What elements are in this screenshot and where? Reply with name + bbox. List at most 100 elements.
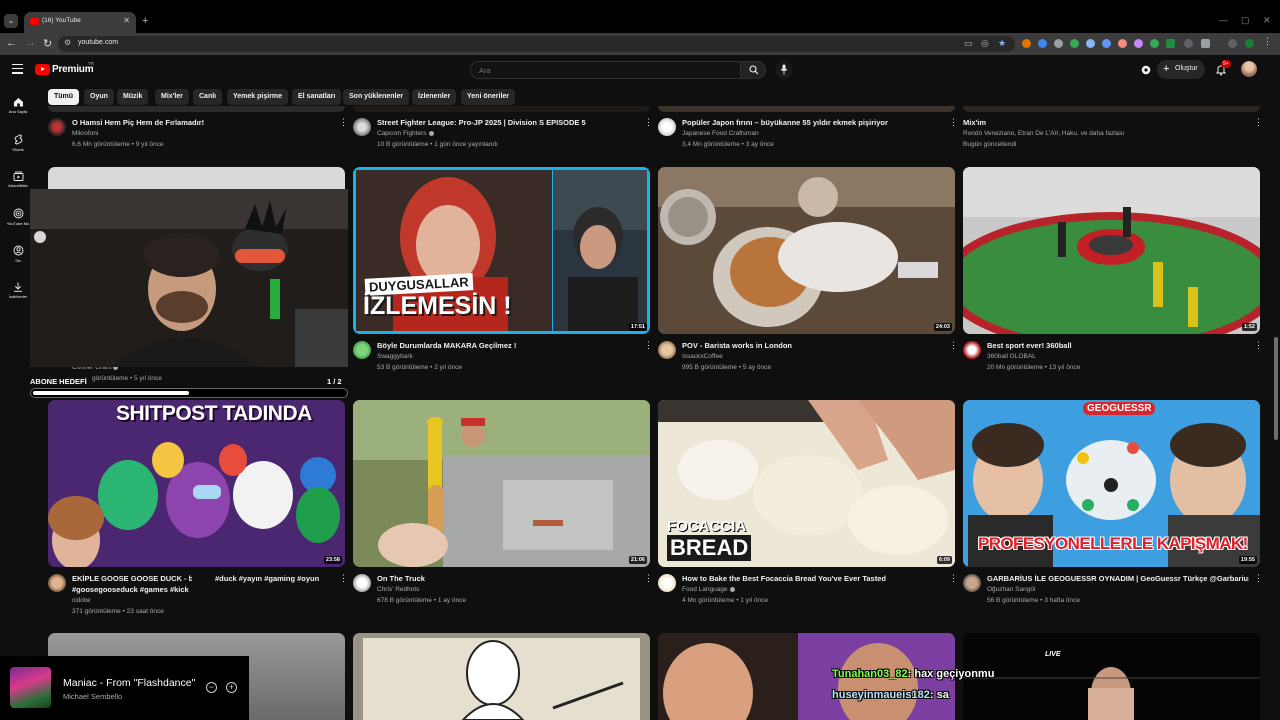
extension-icon[interactable] xyxy=(1022,39,1031,48)
video-title[interactable]: O Hamsi Hem Piç Hem de Fırlamadır! xyxy=(72,118,332,128)
video-title-line2[interactable]: #goosegooseduck #games #kick xyxy=(72,585,332,595)
video-title[interactable]: Mix'im xyxy=(963,118,1243,128)
channel-avatar[interactable] xyxy=(353,341,371,359)
new-tab-icon[interactable]: + xyxy=(142,15,148,27)
extension-icon[interactable] xyxy=(1054,39,1063,48)
tab-close-icon[interactable]: ✕ xyxy=(123,16,130,25)
more-actions-icon[interactable]: ⋮ xyxy=(1254,341,1263,350)
extension-gear-icon[interactable] xyxy=(1140,64,1152,76)
tracking-icon[interactable]: ◎ xyxy=(981,38,989,49)
channel-avatar[interactable] xyxy=(658,341,676,359)
channel-name[interactable]: Oğuzhan Sangöl xyxy=(987,586,1035,593)
channel-avatar[interactable] xyxy=(353,118,371,136)
menu-icon[interactable] xyxy=(12,64,23,77)
channel-name[interactable]: Chris' Redhots xyxy=(377,586,419,593)
channel-avatar[interactable] xyxy=(658,118,676,136)
channel-avatar[interactable] xyxy=(48,118,66,136)
search-box[interactable] xyxy=(470,61,740,79)
back-icon[interactable]: ← xyxy=(6,37,17,49)
video-thumbnail[interactable]: SHITPOST TADINDA 23:58 xyxy=(48,400,345,567)
more-actions-icon[interactable]: ⋮ xyxy=(339,118,348,127)
chip-mixes[interactable]: Mix'ler xyxy=(155,89,189,105)
sidebar-item-shorts[interactable]: Shorts xyxy=(0,126,36,160)
chip-gaming[interactable]: Oyun xyxy=(84,89,114,105)
channel-avatar[interactable] xyxy=(48,574,66,592)
channel-avatar[interactable] xyxy=(963,574,981,592)
youtube-logo-icon[interactable] xyxy=(35,64,50,75)
extension-icon[interactable] xyxy=(1102,39,1111,48)
sidebar-item-home[interactable]: Ana Sayfa xyxy=(0,89,36,123)
channel-name[interactable]: Capcom Fighters xyxy=(377,130,434,137)
reload-icon[interactable]: ↻ xyxy=(43,37,52,50)
address-bar[interactable]: ⚙ youtube.com ▭ ◎ ★ xyxy=(58,36,1015,52)
extension-icon[interactable] xyxy=(1134,39,1143,48)
browser-menu-icon[interactable]: ⋮ xyxy=(1263,36,1272,46)
search-input[interactable] xyxy=(479,64,729,76)
channel-avatar[interactable] xyxy=(963,341,981,359)
video-title[interactable]: Best sport ever! 360ball xyxy=(987,341,1247,351)
channel-avatar[interactable] xyxy=(353,574,371,592)
chip-crafts[interactable]: El sanatları xyxy=(292,89,342,105)
chip-new-to-you[interactable]: Yeni öneriler xyxy=(461,89,516,105)
more-actions-icon[interactable]: ⋮ xyxy=(644,341,653,350)
extension-icon[interactable] xyxy=(1184,39,1193,48)
forward-icon[interactable]: → xyxy=(25,37,36,49)
video-thumbnail[interactable] xyxy=(963,106,1260,112)
profile-icon[interactable] xyxy=(1245,39,1254,48)
more-actions-icon[interactable]: ⋮ xyxy=(1254,574,1263,583)
site-info-icon[interactable]: ⚙ xyxy=(64,38,71,47)
channel-name[interactable]: Swaggybark xyxy=(377,353,413,360)
more-actions-icon[interactable]: ⋮ xyxy=(644,574,653,583)
channel-name[interactable]: cidotw xyxy=(72,597,90,604)
install-app-icon[interactable]: ▭ xyxy=(964,38,973,49)
video-thumbnail[interactable]: DUYGUSALLAR İZLEMESİN ! 17:51 xyxy=(353,167,650,334)
extension-icon[interactable] xyxy=(1038,39,1047,48)
minus-icon[interactable]: − xyxy=(206,682,217,693)
video-title[interactable]: Street Fighter League: Pro-JP 2025 | Div… xyxy=(377,118,637,128)
video-title[interactable]: POV - Barista works in London xyxy=(682,341,942,351)
video-title[interactable]: GARBARİUS İLE GEOGUESSR OYNADIM | GeoGue… xyxy=(987,574,1249,584)
more-actions-icon[interactable]: ⋮ xyxy=(1254,118,1263,127)
video-thumbnail[interactable]: 24:03 xyxy=(658,167,955,334)
chip-music[interactable]: Müzik xyxy=(117,89,149,105)
tab-search-button[interactable]: ⌄ xyxy=(4,14,18,28)
extension-icon[interactable] xyxy=(1228,39,1237,48)
extension-icon[interactable] xyxy=(1150,39,1159,48)
more-actions-icon[interactable]: ⋮ xyxy=(949,118,958,127)
extension-icon[interactable] xyxy=(1166,39,1175,48)
chip-watched[interactable]: İzlenenler xyxy=(412,89,457,105)
chip-all[interactable]: Tümü xyxy=(48,89,80,105)
channel-name[interactable]: Food Language xyxy=(682,586,735,593)
close-window-icon[interactable]: ✕ xyxy=(1263,15,1271,26)
browser-tab[interactable]: (16) YouTube ✕ xyxy=(24,12,136,33)
channel-name[interactable]: Rondò Veneziano, Etran De L'Aïr, Haku. v… xyxy=(963,130,1124,137)
video-title[interactable]: EKİPLE GOOSE GOOSE DUCK - b2 xyxy=(72,574,192,584)
create-button[interactable]: + Oluştur xyxy=(1157,60,1205,79)
chip-live[interactable]: Canlı xyxy=(193,89,223,105)
more-actions-icon[interactable]: ⋮ xyxy=(949,574,958,583)
video-thumbnail[interactable] xyxy=(353,106,650,112)
channel-name[interactable]: Mikrofoni xyxy=(72,130,98,137)
plus-icon[interactable]: + xyxy=(226,682,237,693)
video-thumbnail[interactable]: LIVE xyxy=(963,633,1260,720)
extension-icon[interactable] xyxy=(1070,39,1079,48)
video-thumbnail[interactable]: 1:52 xyxy=(963,167,1260,334)
video-thumbnail[interactable]: 21:06 xyxy=(353,400,650,567)
channel-name[interactable]: IssackxCoffee xyxy=(682,353,723,360)
video-thumbnail[interactable]: GEOGUESSR PROFESYONELLERLE KAPIŞMAK! 19:… xyxy=(963,400,1260,567)
video-title[interactable]: Böyle Durumlarda MAKARA Geçilmez ! xyxy=(377,341,637,351)
maximize-icon[interactable]: ▢ xyxy=(1241,15,1250,26)
video-title[interactable]: Popüler Japon fırını – büyükanne 55 yıld… xyxy=(682,118,942,128)
more-actions-icon[interactable]: ⋮ xyxy=(644,118,653,127)
video-thumbnail[interactable] xyxy=(48,106,345,112)
video-title-tags[interactable]: #duck #yayın #gaming #oyun xyxy=(215,574,335,584)
extensions-puzzle-icon[interactable] xyxy=(1201,39,1210,48)
video-title[interactable]: How to Bake the Best Focaccia Bread You'… xyxy=(682,574,944,584)
video-title[interactable]: On The Truck xyxy=(377,574,637,584)
channel-avatar[interactable] xyxy=(658,574,676,592)
more-actions-icon[interactable]: ⋮ xyxy=(949,341,958,350)
video-thumbnail[interactable] xyxy=(658,106,955,112)
bookmark-star-icon[interactable]: ★ xyxy=(998,38,1006,49)
minimize-icon[interactable]: — xyxy=(1219,15,1228,25)
extension-icon[interactable] xyxy=(1118,39,1127,48)
